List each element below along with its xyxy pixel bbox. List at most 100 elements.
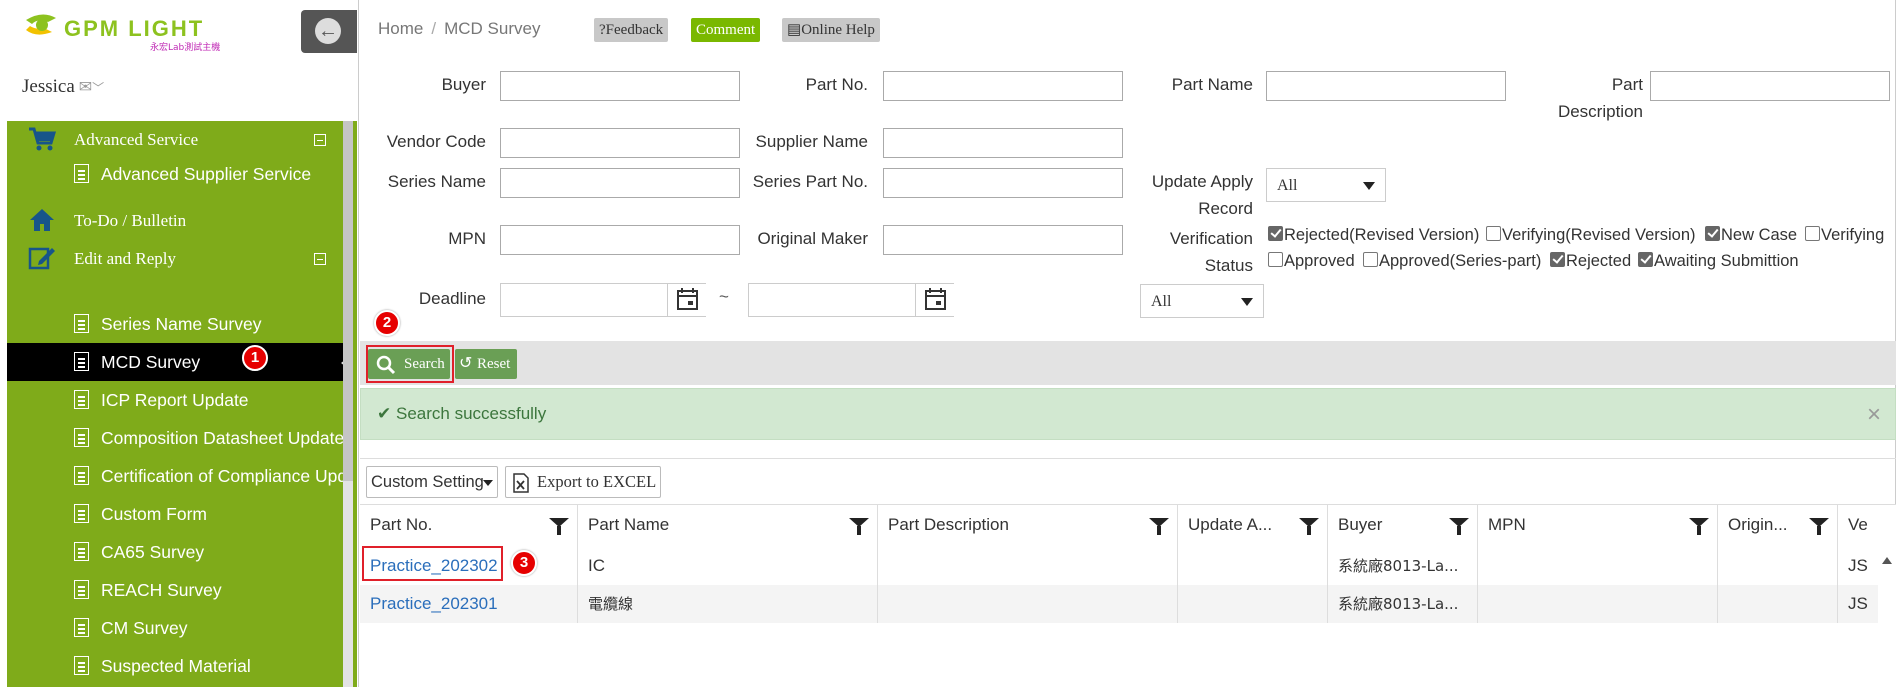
- checkbox-rejected-revised[interactable]: Rejected(Revised Version): [1268, 226, 1479, 245]
- mpn-input[interactable]: [500, 225, 740, 255]
- feedback-button[interactable]: ?Feedback: [594, 18, 669, 42]
- checkbox-checked[interactable]: [1705, 226, 1720, 241]
- checkbox-checked[interactable]: [1550, 252, 1565, 267]
- part-no-input[interactable]: [883, 71, 1123, 101]
- part-name-input[interactable]: [1266, 71, 1506, 101]
- column-header-part-name[interactable]: Part Name: [578, 505, 878, 547]
- checkbox-verifying[interactable]: Verifying: [1805, 226, 1884, 245]
- checkbox-unchecked[interactable]: [1363, 252, 1378, 267]
- deadline-from-input[interactable]: [500, 283, 706, 317]
- document-icon: [74, 466, 89, 485]
- series-name-input[interactable]: [500, 168, 740, 198]
- filter-icon[interactable]: [1299, 518, 1319, 535]
- filter-icon[interactable]: [1809, 518, 1829, 535]
- sidebar-section-advanced-service[interactable]: Advanced Service: [7, 122, 350, 154]
- results-grid: Custom Setting Export to EXCEL Part No. …: [360, 458, 1896, 688]
- checkbox-checked[interactable]: [1268, 226, 1283, 241]
- part-description-label-line2: Description: [1557, 102, 1643, 121]
- series-part-no-input[interactable]: [883, 168, 1123, 198]
- scrollbar-thumb[interactable]: [343, 121, 353, 481]
- filter-icon[interactable]: [849, 518, 869, 535]
- filter-icon[interactable]: [1689, 518, 1709, 535]
- part-description-input[interactable]: [1650, 71, 1890, 101]
- export-excel-button[interactable]: Export to EXCEL: [505, 466, 661, 498]
- sidebar-item-series-name-survey[interactable]: Series Name Survey: [7, 305, 350, 343]
- reset-button[interactable]: ↺ Reset: [455, 349, 517, 379]
- checkbox-approved-series-part[interactable]: Approved(Series-part): [1363, 252, 1541, 271]
- table-row[interactable]: Practice_202301 電纜線 系統廠8013-La... JS: [360, 585, 1896, 623]
- update-apply-label-line1: Update Apply: [1151, 172, 1253, 191]
- table-row[interactable]: Practice_202302 IC 系統廠8013-La... JS: [360, 547, 1896, 585]
- checkbox-awaiting-submittion[interactable]: Awaiting Submittion: [1638, 252, 1799, 271]
- sidebar-scrollbar[interactable]: [343, 121, 353, 687]
- sidebar-item-mcd-survey[interactable]: MCD Survey: [7, 343, 350, 381]
- cell-vendor: JS: [1848, 556, 1868, 575]
- online-help-button[interactable]: ▤Online Help: [782, 18, 880, 42]
- close-icon[interactable]: ×: [1867, 401, 1881, 429]
- collapse-sidebar-button[interactable]: ←: [301, 10, 357, 53]
- checkbox-rejected[interactable]: Rejected: [1550, 252, 1631, 271]
- highlight-part-no-link: [362, 546, 503, 581]
- deadline-to-input[interactable]: [748, 283, 954, 317]
- sidebar-item-custom-form[interactable]: Custom Form: [7, 495, 350, 533]
- sidebar-section-todo-bulletin[interactable]: To-Do / Bulletin: [7, 203, 350, 235]
- calendar-icon[interactable]: [915, 284, 954, 316]
- column-title: Origin...: [1728, 515, 1788, 534]
- sidebar-item-certification-of-compliance-update[interactable]: Certification of Compliance Update: [7, 457, 350, 495]
- grid-scrollbar[interactable]: [1878, 547, 1896, 688]
- update-apply-record-select[interactable]: All: [1266, 168, 1386, 202]
- caret-down-icon: [1241, 298, 1253, 306]
- part-no-link[interactable]: Practice_202301: [360, 585, 578, 623]
- user-menu[interactable]: Jessica ✉﹀: [22, 76, 104, 98]
- checkbox-verifying-revised[interactable]: Verifying(Revised Version): [1486, 226, 1696, 245]
- column-header-buyer[interactable]: Buyer: [1328, 505, 1478, 547]
- column-header-original-maker[interactable]: Origin...: [1718, 505, 1838, 547]
- column-header-mpn[interactable]: MPN: [1478, 505, 1718, 547]
- checkbox-label: Approved(Series-part): [1379, 252, 1542, 270]
- sidebar-item-icp-report-update[interactable]: ICP Report Update: [7, 381, 350, 419]
- filter-icon[interactable]: [1149, 518, 1169, 535]
- checkbox-unchecked[interactable]: [1268, 252, 1283, 267]
- divider: [358, 0, 359, 687]
- checkbox-unchecked[interactable]: [1486, 226, 1501, 241]
- sidebar-item-advanced-supplier-service[interactable]: Advanced Supplier Service: [7, 155, 350, 193]
- checkbox-new-case[interactable]: New Case: [1705, 226, 1797, 245]
- sidebar-item-composition-datasheet-update[interactable]: Composition Datasheet Update: [7, 419, 350, 457]
- sidebar-item-reach-survey[interactable]: REACH Survey: [7, 571, 350, 609]
- sidebar-item-suspected-material[interactable]: Suspected Material: [7, 647, 350, 685]
- vendor-code-label: Vendor Code: [386, 132, 486, 151]
- checkbox-unchecked[interactable]: [1805, 226, 1820, 241]
- sidebar-item-cm-survey[interactable]: CM Survey: [7, 609, 350, 647]
- checkbox-label: Approved: [1284, 252, 1355, 270]
- update-date-select[interactable]: All: [1140, 284, 1264, 318]
- sidebar-item-ca65-survey[interactable]: CA65 Survey: [7, 533, 350, 571]
- comment-button[interactable]: Comment: [691, 18, 761, 42]
- scroll-up-icon[interactable]: [1882, 557, 1892, 564]
- sidebar-item-label: Series Name Survey: [101, 314, 262, 334]
- vendor-code-input[interactable]: [500, 128, 740, 158]
- custom-setting-dropdown[interactable]: Custom Setting: [366, 466, 498, 498]
- column-header-update-apply[interactable]: Update A...: [1178, 505, 1328, 547]
- undo-icon: ↺: [459, 355, 473, 372]
- calendar-icon[interactable]: [667, 284, 706, 316]
- filter-icon[interactable]: [549, 518, 569, 535]
- column-header-part-description[interactable]: Part Description: [878, 505, 1178, 547]
- original-maker-input[interactable]: [883, 225, 1123, 255]
- buyer-input[interactable]: [500, 71, 740, 101]
- online-help-label: Online Help: [801, 22, 875, 38]
- sidebar-section-edit-and-reply[interactable]: Edit and Reply: [7, 241, 350, 273]
- checkbox-approved[interactable]: Approved: [1268, 252, 1355, 271]
- date-range-tilde: ~: [719, 287, 729, 306]
- filter-icon[interactable]: [1449, 518, 1469, 535]
- collapse-icon[interactable]: [314, 253, 326, 265]
- cell-update-apply: [1178, 585, 1328, 623]
- breadcrumb-home[interactable]: Home: [378, 19, 423, 38]
- mail-icon: ✉: [78, 79, 93, 96]
- column-header-vendor[interactable]: Ve: [1838, 505, 1878, 547]
- cell-mpn: [1478, 547, 1718, 585]
- checkbox-label: Rejected(Revised Version): [1284, 226, 1480, 244]
- supplier-name-input[interactable]: [883, 128, 1123, 158]
- collapse-icon[interactable]: [314, 134, 326, 146]
- checkbox-checked[interactable]: [1638, 252, 1653, 267]
- column-header-part-no[interactable]: Part No.: [360, 505, 578, 547]
